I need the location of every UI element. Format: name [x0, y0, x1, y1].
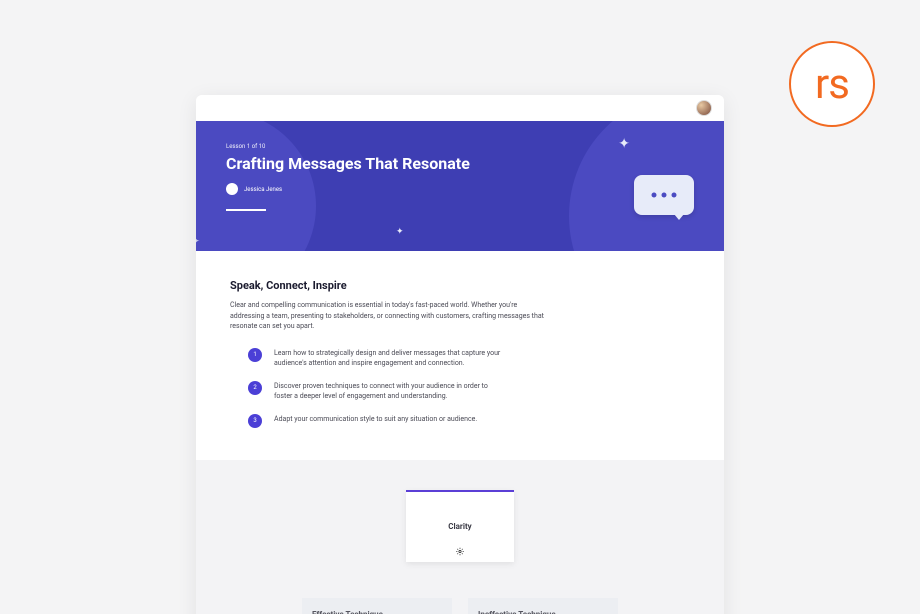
point-number: 2: [248, 381, 262, 395]
point-text: Learn how to strategically design and de…: [274, 348, 504, 369]
user-avatar[interactable]: [696, 100, 712, 116]
list-item: 2 Discover proven techniques to connect …: [230, 381, 690, 402]
lesson-title: Crafting Messages That Resonate: [226, 154, 694, 173]
technique-columns: Effective Technique Ineffective Techniqu…: [230, 598, 690, 614]
card-heading: Ineffective Technique: [478, 610, 608, 614]
course-window: ✦ ✦ ✦ Lesson 1 of 10 Crafting Messages T…: [196, 95, 724, 614]
point-number: 1: [248, 348, 262, 362]
brand-badge: rs: [789, 41, 875, 127]
page-canvas: rs ✦ ✦ ✦ Lesson 1 of 10 Crafting Message…: [15, 15, 905, 614]
clarity-card[interactable]: Clarity: [406, 490, 514, 562]
point-number: 3: [248, 414, 262, 428]
clarity-card-label: Clarity: [448, 522, 471, 531]
list-item: 3 Adapt your communication style to suit…: [230, 414, 690, 428]
lesson-body: Speak, Connect, Inspire Clear and compel…: [196, 251, 724, 460]
author-row: Jessica Jenes: [226, 183, 694, 195]
hero-underline: [226, 209, 266, 211]
ineffective-technique-card[interactable]: Ineffective Technique: [468, 598, 618, 614]
section-intro: Clear and compelling communication is es…: [230, 300, 550, 332]
interactive-card-area: Clarity Effective Technique Ineffective …: [196, 460, 724, 614]
sparkle-icon: ✦: [396, 228, 404, 237]
brand-badge-text: rs: [815, 60, 849, 109]
card-heading: Effective Technique: [312, 610, 442, 614]
points-list: 1 Learn how to strategically design and …: [230, 348, 690, 428]
section-heading: Speak, Connect, Inspire: [230, 279, 690, 292]
point-text: Adapt your communication style to suit a…: [274, 414, 477, 425]
author-name: Jessica Jenes: [244, 186, 282, 193]
effective-technique-card[interactable]: Effective Technique: [302, 598, 452, 614]
point-text: Discover proven techniques to connect wi…: [274, 381, 504, 402]
sparkle-icon: ✦: [196, 235, 200, 247]
list-item: 1 Learn how to strategically design and …: [230, 348, 690, 369]
author-avatar: [226, 183, 238, 195]
lesson-meta: Lesson 1 of 10: [226, 143, 694, 150]
cursor-icon: [456, 547, 465, 558]
window-topbar: [196, 95, 724, 121]
hero-banner: ✦ ✦ ✦ Lesson 1 of 10 Crafting Messages T…: [196, 121, 724, 251]
